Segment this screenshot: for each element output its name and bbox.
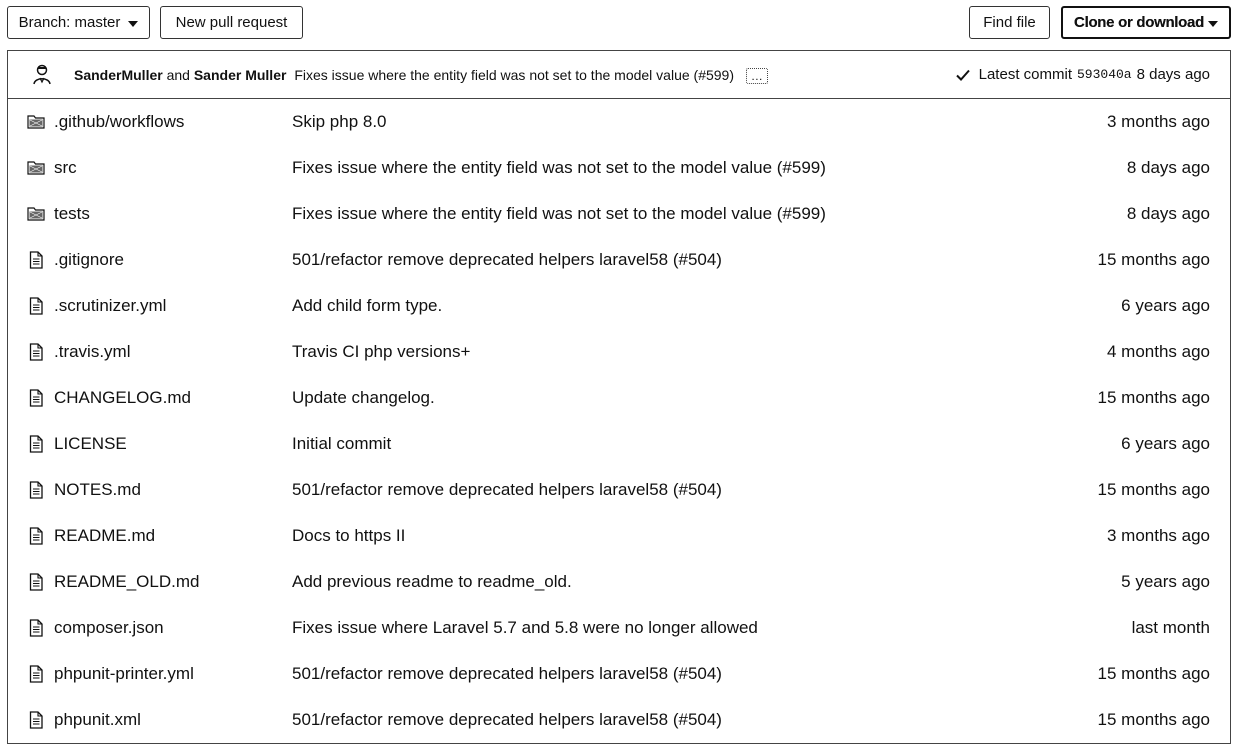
file-row[interactable]: NOTES.md 501/refactor remove deprecated h… <box>8 467 1230 513</box>
file-age: 15 months ago <box>1097 250 1210 269</box>
file-commit-message-link[interactable]: 501/refactor remove deprecated helpers l… <box>292 250 722 270</box>
file-commit-message-link[interactable]: Fixes issue where Laravel 5.7 and 5.8 we… <box>292 618 758 638</box>
file-age: 3 months ago <box>1106 112 1210 131</box>
file-age: 8 days ago <box>1126 204 1210 223</box>
file-name-link[interactable]: NOTES.md <box>54 480 141 500</box>
file-commit-message-link[interactable]: 501/refactor remove deprecated helpers l… <box>292 664 722 684</box>
file-icon <box>27 389 45 407</box>
caret-down-icon <box>128 20 139 27</box>
file-name-link[interactable]: phpunit.xml <box>54 710 141 730</box>
commit-author-link[interactable]: SanderMuller <box>74 67 163 83</box>
commit-and-text: and <box>166 67 190 83</box>
file-commit-message-link[interactable]: Add child form type. <box>292 296 442 316</box>
file-row[interactable]: tests Fixes issue where the entity field … <box>8 191 1230 237</box>
branch-select-button[interactable]: Branch: master <box>7 6 150 39</box>
folder-icon <box>27 113 45 131</box>
commit-message-link[interactable]: Fixes issue where the entity field was n… <box>294 67 734 83</box>
file-age: 15 months ago <box>1097 710 1210 729</box>
file-table: SanderMuller and Sander Muller Fixes iss… <box>7 50 1231 744</box>
latest-commit-bar: SanderMuller and Sander Muller Fixes iss… <box>8 51 1230 99</box>
file-name-link[interactable]: README_OLD.md <box>54 572 199 592</box>
commit-author-link[interactable]: Sander Muller <box>194 67 287 83</box>
file-age: 5 years ago <box>1121 572 1210 591</box>
avatar[interactable] <box>31 63 53 85</box>
file-name-link[interactable]: .travis.yml <box>54 342 131 362</box>
repo-toolbar: Branch: master New pull request Find fil… <box>0 0 1238 48</box>
file-row[interactable]: src Fixes issue where the entity field wa… <box>8 145 1230 191</box>
file-age: last month <box>1131 618 1210 637</box>
file-icon <box>27 297 45 315</box>
file-row[interactable]: phpunit-printer.yml 501/refactor remove d… <box>8 651 1230 697</box>
file-row[interactable]: LICENSE Initial commit 6 years ago <box>8 421 1230 467</box>
file-icon <box>27 573 45 591</box>
latest-commit-info: Latest commit 593040a 8 days ago <box>955 66 1210 83</box>
file-age: 3 months ago <box>1106 526 1210 545</box>
commit-summary: SanderMuller and Sander Muller Fixes iss… <box>74 67 768 84</box>
file-row[interactable]: .github/workflows Skip php 8.0 3 months ag… <box>8 99 1230 145</box>
commit-sha-link[interactable]: 593040a <box>1077 67 1132 82</box>
file-icon <box>27 619 45 637</box>
file-row[interactable]: .travis.yml Travis CI php versions+ 4 mont… <box>8 329 1230 375</box>
clone-download-label: Clone or download <box>1074 14 1204 31</box>
file-icon <box>27 711 45 729</box>
file-row[interactable]: .scrutinizer.yml Add child form type. 6 ye… <box>8 283 1230 329</box>
file-commit-message-link[interactable]: Fixes issue where the entity field was n… <box>292 204 826 224</box>
file-name-link[interactable]: src <box>54 158 77 178</box>
file-row[interactable]: README_OLD.md Add previous readme to read… <box>8 559 1230 605</box>
file-name-link[interactable]: LICENSE <box>54 434 127 454</box>
find-file-button[interactable]: Find file <box>969 6 1050 39</box>
folder-icon <box>27 205 45 223</box>
file-commit-message-link[interactable]: 501/refactor remove deprecated helpers l… <box>292 710 722 730</box>
new-pull-request-button[interactable]: New pull request <box>160 6 303 39</box>
expand-commit-button[interactable]: … <box>745 68 768 84</box>
file-age: 15 months ago <box>1097 664 1210 683</box>
latest-commit-label: Latest commit <box>978 66 1072 83</box>
file-row[interactable]: phpunit.xml 501/refactor remove deprecate… <box>8 697 1230 743</box>
file-row[interactable]: README.md Docs to https II 3 months ago <box>8 513 1230 559</box>
file-icon <box>27 527 45 545</box>
file-icon <box>27 665 45 683</box>
file-age: 8 days ago <box>1126 158 1210 177</box>
check-icon <box>955 69 970 81</box>
file-commit-message-link[interactable]: Skip php 8.0 <box>292 112 387 132</box>
file-row[interactable]: composer.json Fixes issue where Laravel 5… <box>8 605 1230 651</box>
file-icon <box>27 343 45 361</box>
file-icon <box>27 435 45 453</box>
file-commit-message-link[interactable]: 501/refactor remove deprecated helpers l… <box>292 480 722 500</box>
file-age: 15 months ago <box>1097 480 1210 499</box>
file-name-link[interactable]: .github/workflows <box>54 112 184 132</box>
file-age: 6 years ago <box>1121 434 1210 453</box>
file-list: .github/workflows Skip php 8.0 3 months ag… <box>8 99 1230 743</box>
file-name-link[interactable]: tests <box>54 204 90 224</box>
file-commit-message-link[interactable]: Docs to https II <box>292 526 405 546</box>
caret-down-icon <box>1207 20 1218 27</box>
file-row[interactable]: CHANGELOG.md Update changelog. 15 months a… <box>8 375 1230 421</box>
file-age: 4 months ago <box>1106 342 1210 361</box>
commit-age: 8 days ago <box>1136 66 1210 83</box>
file-age: 6 years ago <box>1121 296 1210 315</box>
file-name-link[interactable]: .gitignore <box>54 250 124 270</box>
file-age: 15 months ago <box>1097 388 1210 407</box>
file-name-link[interactable]: phpunit-printer.yml <box>54 664 194 684</box>
file-commit-message-link[interactable]: Initial commit <box>292 434 391 454</box>
branch-label: Branch: master <box>18 14 121 31</box>
file-commit-message-link[interactable]: Add previous readme to readme_old. <box>292 572 572 592</box>
file-icon <box>27 481 45 499</box>
file-row[interactable]: .gitignore 501/refactor remove deprecated… <box>8 237 1230 283</box>
file-commit-message-link[interactable]: Update changelog. <box>292 388 435 408</box>
file-name-link[interactable]: CHANGELOG.md <box>54 388 191 408</box>
file-commit-message-link[interactable]: Fixes issue where the entity field was n… <box>292 158 826 178</box>
file-name-link[interactable]: composer.json <box>54 618 164 638</box>
file-name-link[interactable]: README.md <box>54 526 155 546</box>
folder-icon <box>27 159 45 177</box>
clone-download-button[interactable]: Clone or download <box>1061 6 1231 39</box>
file-commit-message-link[interactable]: Travis CI php versions+ <box>292 342 470 362</box>
file-name-link[interactable]: .scrutinizer.yml <box>54 296 166 316</box>
file-icon <box>27 251 45 269</box>
